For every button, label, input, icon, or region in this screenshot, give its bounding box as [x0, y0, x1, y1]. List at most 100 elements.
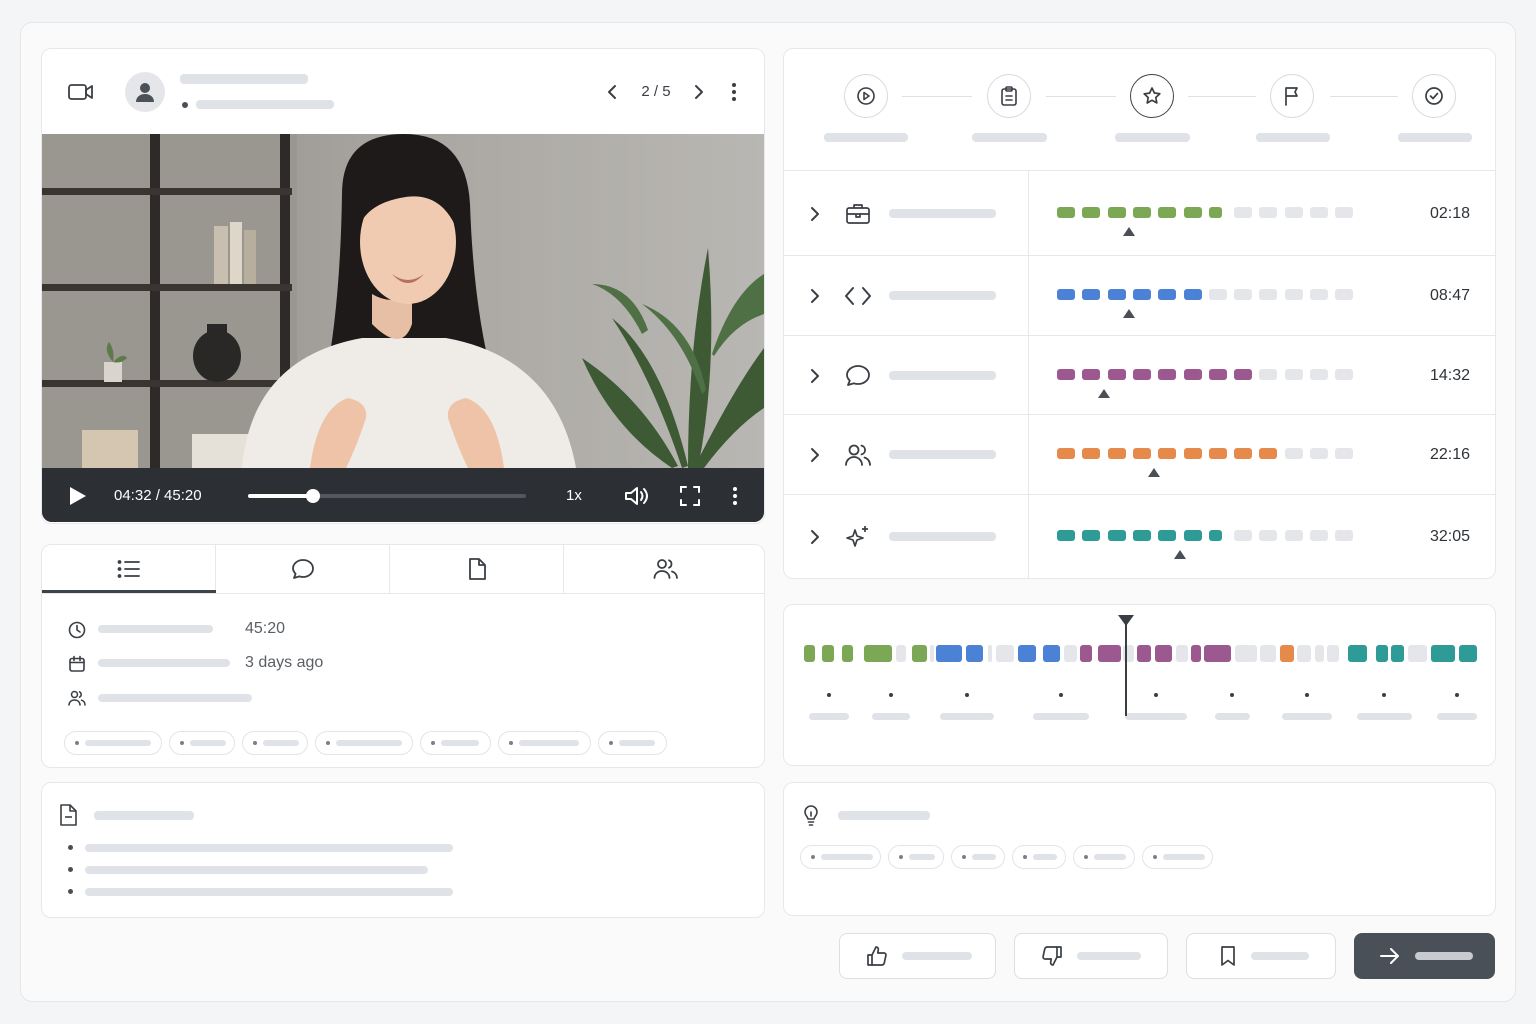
playhead[interactable] [1125, 620, 1127, 716]
insight-chip[interactable] [1142, 845, 1213, 869]
timeline-segment[interactable] [1043, 645, 1060, 662]
tab-transcript[interactable] [390, 545, 564, 593]
tab-overview[interactable] [42, 545, 216, 593]
score-segment-filled [1158, 206, 1177, 218]
insight-chip[interactable] [1073, 845, 1135, 869]
player-more-icon[interactable] [724, 482, 746, 510]
timeline-segment[interactable] [1204, 645, 1231, 662]
speed-button[interactable]: 1x [566, 487, 582, 504]
timeline-segment[interactable] [988, 645, 992, 662]
tag-chip[interactable] [598, 731, 667, 755]
timeline-tick-label [1033, 713, 1089, 720]
timeline-segment[interactable] [966, 645, 983, 662]
score-segment-empty [1208, 289, 1227, 300]
timeline-segment[interactable] [1155, 645, 1172, 662]
step-complete[interactable] [1412, 74, 1456, 118]
chevron-right-icon[interactable] [806, 204, 824, 224]
play-icon[interactable] [64, 483, 90, 509]
timeline-segment[interactable] [1260, 645, 1276, 662]
stepper-connector [1046, 96, 1116, 97]
timeline-segment[interactable] [1297, 645, 1311, 662]
score-segment-filled [1234, 368, 1253, 380]
step-label [1256, 133, 1330, 142]
thumbs-down-button[interactable] [1014, 933, 1168, 979]
list-icon [116, 557, 142, 581]
timeline-segment[interactable] [1080, 645, 1092, 662]
step-assessment[interactable] [987, 74, 1031, 118]
avatar[interactable] [125, 72, 165, 112]
timeline-segment[interactable] [1280, 645, 1294, 662]
timeline-segment[interactable] [930, 645, 934, 662]
chat-icon [842, 362, 874, 390]
timeline-segment[interactable] [1391, 645, 1404, 662]
next-action-button[interactable] [1354, 933, 1495, 979]
chevron-right-icon[interactable] [806, 286, 824, 306]
bookmark-button[interactable] [1186, 933, 1336, 979]
timeline-tick [1230, 693, 1234, 697]
score-segment-filled [1107, 206, 1126, 218]
score-segment-empty [1310, 448, 1328, 459]
next-icon[interactable] [687, 80, 711, 104]
prev-icon[interactable] [600, 80, 624, 104]
step-intro[interactable] [844, 74, 888, 118]
tag-chip[interactable] [64, 731, 162, 755]
fullscreen-icon[interactable] [676, 482, 704, 510]
score-segment-empty [1284, 368, 1303, 380]
timeline-segment[interactable] [936, 645, 962, 662]
insight-chip[interactable] [800, 845, 881, 869]
tag-chip[interactable] [498, 731, 591, 755]
tab-comments[interactable] [216, 545, 390, 593]
step-highlights[interactable] [1130, 74, 1174, 118]
timeline-segment[interactable] [1098, 645, 1121, 662]
timeline-segment[interactable] [1018, 645, 1036, 662]
timeline-segment[interactable] [996, 645, 1014, 662]
chevron-right-icon[interactable] [806, 366, 824, 386]
timeline-segment[interactable] [1064, 645, 1077, 662]
tag-chip[interactable] [169, 731, 235, 755]
timeline-tick [1059, 693, 1063, 697]
score-segment-filled [1082, 368, 1101, 380]
timeline-segment[interactable] [822, 645, 834, 662]
timeline-segment[interactable] [912, 645, 927, 662]
timeline-segment[interactable] [1408, 645, 1427, 662]
users-icon [652, 557, 680, 581]
step-flags[interactable] [1270, 74, 1314, 118]
insight-chip[interactable] [1012, 845, 1066, 869]
chevron-right-icon[interactable] [806, 445, 824, 465]
lightbulb-icon [801, 803, 821, 827]
score-segment-filled [1132, 289, 1151, 300]
timeline-segment[interactable] [1376, 645, 1388, 662]
tag-chip[interactable] [315, 731, 413, 755]
timeline-segment[interactable] [1235, 645, 1257, 662]
volume-icon[interactable] [622, 482, 652, 510]
insight-chip[interactable] [888, 845, 944, 869]
timeline-segment[interactable] [1348, 645, 1367, 662]
timeline-segment[interactable] [1191, 645, 1201, 662]
thumbs-up-button[interactable] [839, 933, 996, 979]
timeline-card [783, 604, 1496, 766]
code-icon [842, 282, 874, 310]
timeline-segment[interactable] [804, 645, 815, 662]
playhead-handle[interactable] [1118, 615, 1134, 626]
timeline-segment[interactable] [864, 645, 892, 662]
video-player[interactable]: 04:32 / 45:20 1x [42, 134, 764, 522]
timeline-segment[interactable] [1137, 645, 1151, 662]
timeline-tick [1305, 693, 1309, 697]
tag-chip[interactable] [420, 731, 491, 755]
timeline-segment[interactable] [1176, 645, 1188, 662]
tag-chip[interactable] [242, 731, 308, 755]
timeline-segment[interactable] [1431, 645, 1455, 662]
progress-track[interactable] [248, 489, 526, 503]
timeline-segment[interactable] [1459, 645, 1477, 662]
timeline-segment[interactable] [842, 645, 853, 662]
timeline-segment[interactable] [1327, 645, 1339, 662]
progress-handle[interactable] [306, 489, 321, 503]
more-vertical-icon[interactable] [722, 80, 746, 104]
tab-participants[interactable] [564, 545, 764, 593]
timeline-segment[interactable] [1315, 645, 1324, 662]
chevron-right-icon[interactable] [806, 527, 824, 547]
player-controls: 04:32 / 45:20 1x [42, 468, 764, 522]
stepper-connector [902, 96, 972, 97]
insight-chip[interactable] [951, 845, 1005, 869]
timeline-segment[interactable] [896, 645, 906, 662]
